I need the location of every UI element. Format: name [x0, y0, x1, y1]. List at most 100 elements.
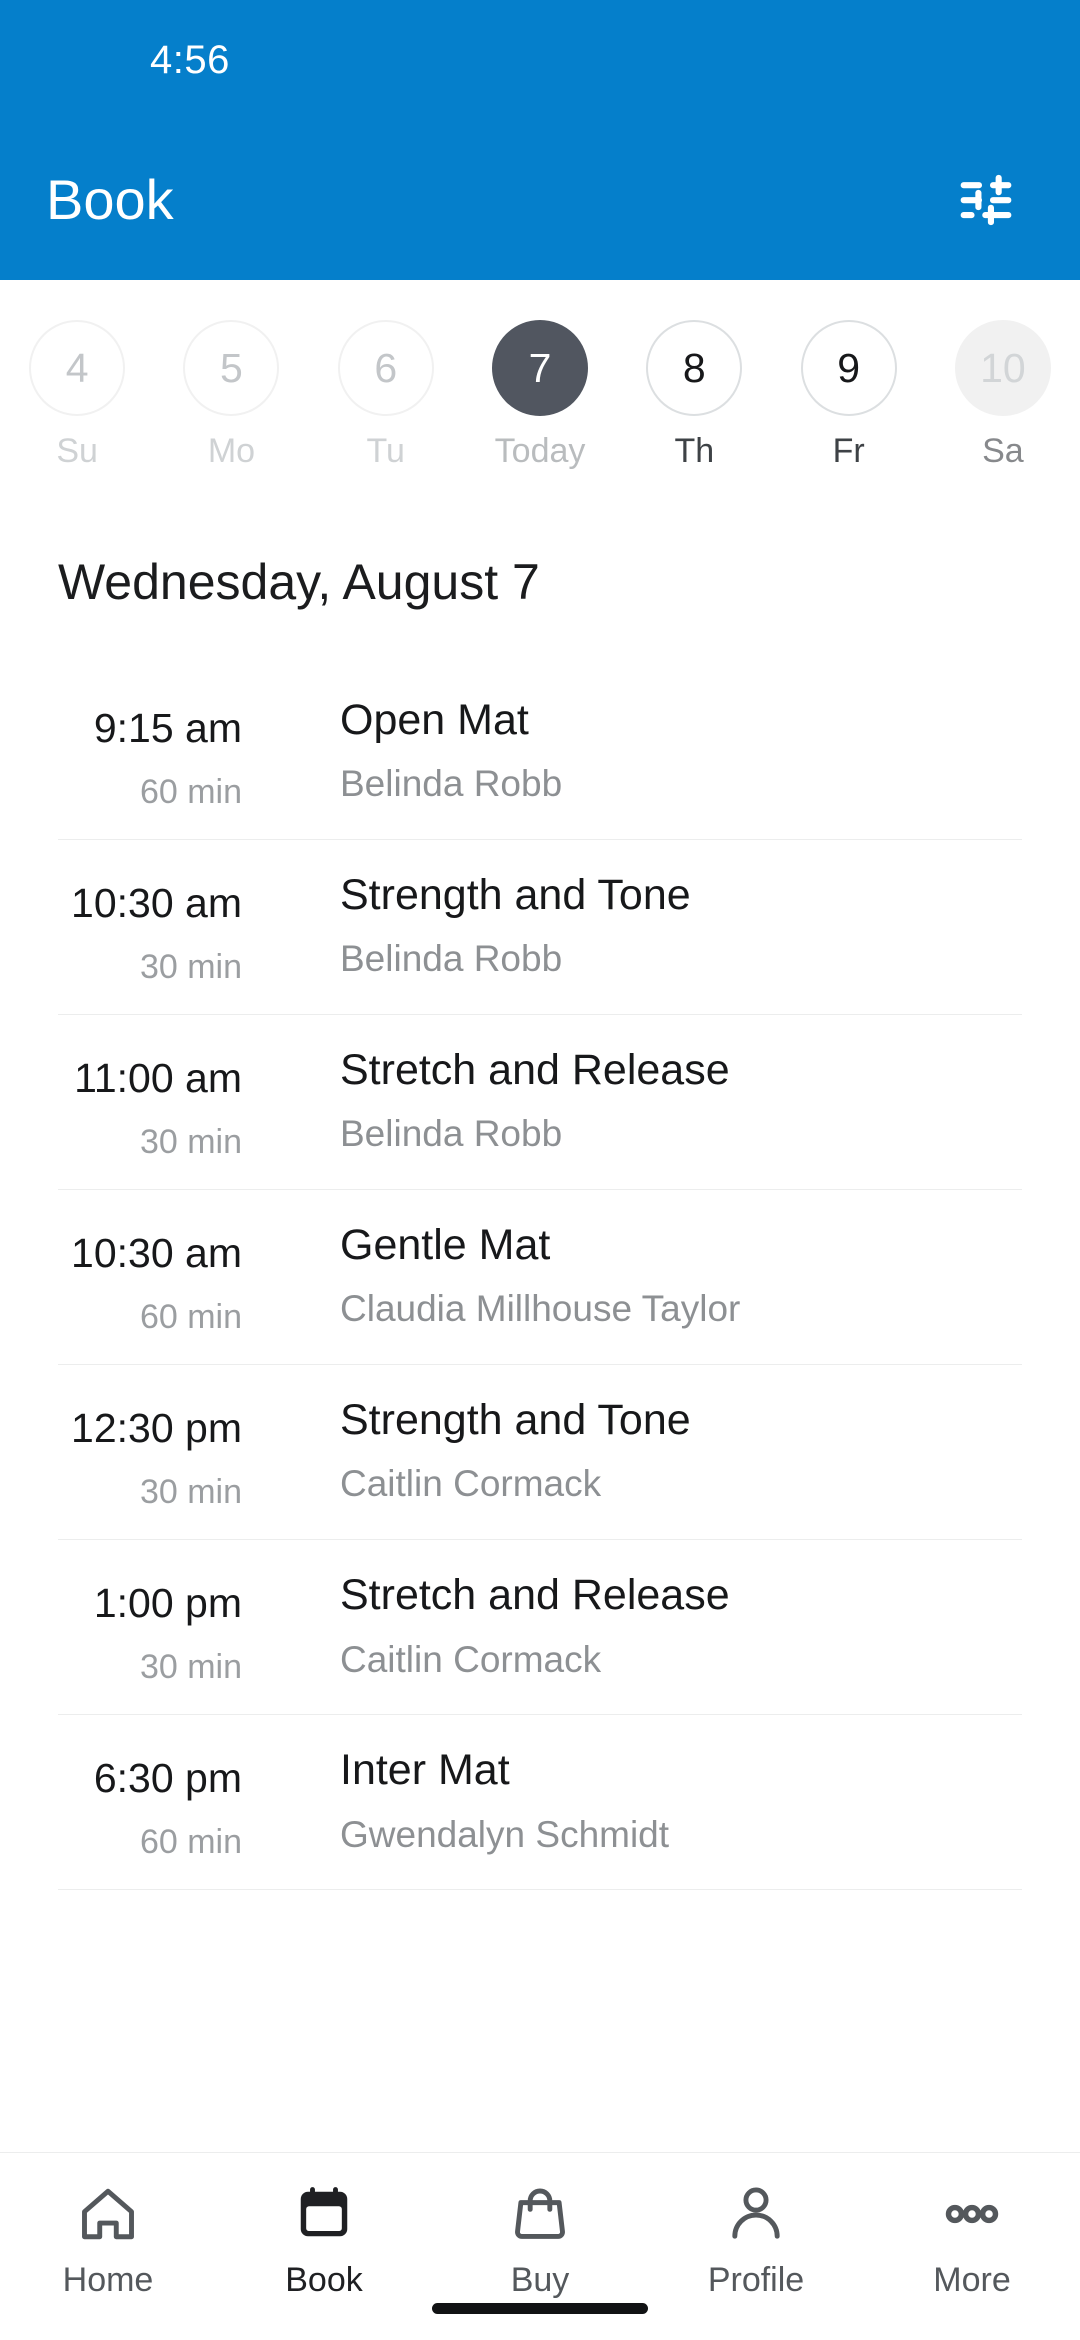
class-duration: 30 min	[139, 1648, 242, 1687]
class-time-column: 6:30 pm 60 min	[0, 1741, 270, 1862]
schedule-scroll-area[interactable]: Wednesday, August 7 9:15 am 60 min Open …	[0, 495, 1080, 2152]
class-list-item[interactable]: 10:30 am 60 min Gentle Mat Claudia Millh…	[0, 1190, 1080, 1364]
person-icon	[725, 2179, 787, 2249]
person-icon-glyph	[732, 2187, 780, 2239]
nav-label-home: Home	[62, 2261, 154, 2299]
home-icon	[77, 2179, 139, 2249]
status-bar: 4:56	[0, 0, 1080, 120]
class-instructor: Belinda Robb	[340, 763, 563, 805]
date-cell-5[interactable]: 9 Fr	[771, 320, 925, 468]
class-instructor: Gwendalyn Schmidt	[340, 1813, 670, 1855]
class-info-column: Stretch and Release Belinda Robb	[270, 1041, 1080, 1155]
date-label-2: Tu	[366, 432, 405, 470]
calendar-icon-glyph	[300, 2187, 348, 2237]
nav-item-profile[interactable]: Profile	[648, 2179, 864, 2297]
nav-label-profile: Profile	[707, 2261, 805, 2299]
date-strip[interactable]: 4 Su 5 Mo 6 Tu 7 Today 8 Th 9 Fr 10 Sa	[0, 280, 1080, 495]
date-label-5: Fr	[832, 432, 865, 470]
list-divider	[58, 1889, 1022, 1891]
class-name: Open Mat	[340, 696, 529, 744]
class-instructor: Caitlin Cormack	[340, 1463, 602, 1505]
class-list-item[interactable]: 11:00 am 30 min Stretch and Release Beli…	[0, 1015, 1080, 1189]
class-info-column: Gentle Mat Claudia Millhouse Taylor	[270, 1216, 1080, 1330]
date-pill-1[interactable]: 5	[183, 320, 280, 416]
dots-icon	[941, 2179, 1003, 2249]
date-cell-2[interactable]: 6 Tu	[309, 320, 463, 468]
class-duration: 30 min	[139, 948, 242, 987]
calendar-icon	[293, 2179, 355, 2249]
bag-icon-glyph	[515, 2188, 565, 2239]
class-name: Inter Mat	[340, 1746, 510, 1795]
class-time: 10:30 am	[71, 1230, 242, 1277]
class-name: Strength and Tone	[340, 1396, 691, 1445]
class-time: 11:00 am	[74, 1055, 242, 1102]
nav-label-more: More	[933, 2261, 1011, 2299]
class-time: 9:15 am	[93, 705, 242, 751]
class-instructor: Belinda Robb	[340, 938, 563, 980]
class-list-item[interactable]: 6:30 pm 60 min Inter Mat Gwendalyn Schmi…	[0, 1715, 1080, 1889]
app-screen: 4:56 Book 4 Su 5 Mo 6 Tu 7 Today 8 Th 9 …	[0, 0, 1080, 2340]
date-pill-6[interactable]: 10	[954, 320, 1051, 416]
class-info-column: Strength and Tone Belinda Robb	[270, 866, 1080, 980]
date-cell-1[interactable]: 5 Mo	[154, 320, 308, 468]
class-name: Strength and Tone	[340, 871, 691, 920]
date-label-today: Today	[494, 432, 586, 470]
class-time-column: 10:30 am 60 min	[0, 1216, 270, 1337]
class-duration: 30 min	[139, 1123, 242, 1162]
class-time-column: 1:00 pm 30 min	[0, 1566, 270, 1687]
dots-icon-glyph	[945, 2204, 999, 2224]
class-info-column: Open Mat Belinda Robb	[270, 691, 1080, 805]
class-list-item[interactable]: 10:30 am 30 min Strength and Tone Belind…	[0, 840, 1080, 1014]
class-time-column: 12:30 pm 30 min	[0, 1391, 270, 1512]
class-info-column: Strength and Tone Caitlin Cormack	[270, 1391, 1080, 1505]
class-duration: 60 min	[139, 773, 242, 812]
class-duration: 60 min	[139, 1298, 242, 1337]
date-cell-6[interactable]: 10 Sa	[926, 320, 1080, 468]
date-pill-4[interactable]: 8	[646, 320, 743, 416]
date-cell-0[interactable]: 4 Su	[0, 320, 154, 468]
nav-label-buy: Buy	[510, 2261, 570, 2299]
bag-icon	[509, 2179, 571, 2249]
page-title: Book	[46, 168, 174, 231]
date-cell-today[interactable]: 7 Today	[463, 320, 617, 468]
date-label-1: Mo	[207, 432, 256, 470]
class-name: Stretch and Release	[340, 1046, 730, 1095]
class-info-column: Stretch and Release Caitlin Cormack	[270, 1566, 1080, 1680]
date-cell-4[interactable]: 8 Th	[617, 320, 771, 468]
nav-label-book: Book	[285, 2261, 363, 2299]
class-name: Stretch and Release	[340, 1571, 730, 1620]
class-list-item[interactable]: 1:00 pm 30 min Stretch and Release Caitl…	[0, 1540, 1080, 1714]
tune-icon[interactable]	[954, 168, 1018, 232]
home-gesture-bar[interactable]	[432, 2303, 648, 2314]
nav-item-buy[interactable]: Buy	[432, 2179, 648, 2297]
date-pill-today[interactable]: 7	[492, 320, 589, 416]
date-label-4: Th	[674, 432, 715, 470]
home-icon-glyph	[82, 2188, 134, 2240]
class-instructor: Claudia Millhouse Taylor	[340, 1288, 741, 1330]
class-duration: 30 min	[139, 1473, 242, 1512]
class-time: 6:30 pm	[93, 1755, 242, 1802]
date-label-0: Su	[56, 432, 98, 470]
date-label-6: Sa	[982, 432, 1024, 470]
class-list-item[interactable]: 9:15 am 60 min Open Mat Belinda Robb	[0, 665, 1080, 839]
app-bar: Book	[0, 120, 1080, 280]
class-time-column: 10:30 am 30 min	[0, 866, 270, 984]
class-time: 12:30 pm	[71, 1405, 242, 1452]
date-heading: Wednesday, August 7	[58, 554, 540, 610]
status-bar-clock: 4:56	[150, 38, 230, 82]
top-bar: 4:56 Book	[0, 0, 1080, 280]
class-time: 10:30 am	[71, 880, 242, 927]
nav-item-home[interactable]: Home	[0, 2179, 216, 2297]
class-list-item[interactable]: 12:30 pm 30 min Strength and Tone Caitli…	[0, 1365, 1080, 1539]
date-pill-2[interactable]: 6	[337, 320, 434, 416]
class-time: 1:00 pm	[93, 1580, 242, 1627]
date-pill-5[interactable]: 9	[800, 320, 897, 416]
class-info-column: Inter Mat Gwendalyn Schmidt	[270, 1741, 1080, 1855]
date-pill-0[interactable]: 4	[29, 320, 126, 416]
nav-item-book[interactable]: Book	[216, 2179, 432, 2297]
class-instructor: Belinda Robb	[340, 1113, 563, 1155]
class-time-column: 9:15 am 60 min	[0, 691, 270, 809]
class-duration: 60 min	[139, 1823, 242, 1862]
tune-icon-glyph	[960, 174, 1012, 226]
nav-item-more[interactable]: More	[864, 2179, 1080, 2297]
